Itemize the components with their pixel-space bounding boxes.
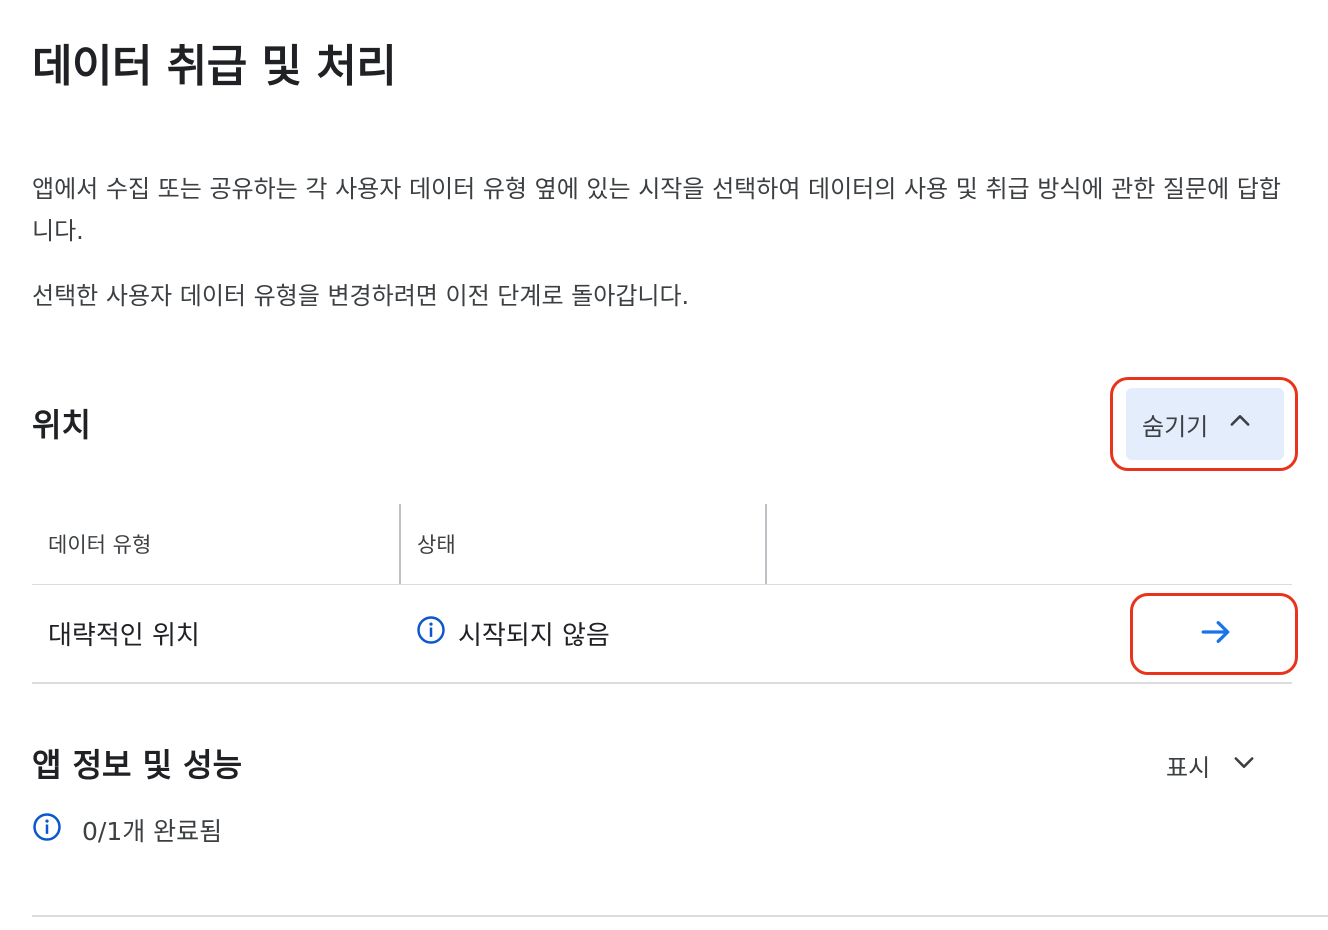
info-icon — [32, 812, 62, 848]
start-arrow-button[interactable] — [1132, 593, 1300, 675]
column-header-data-type: 데이터 유형 — [48, 533, 152, 557]
note-text: 선택한 사용자 데이터 유형을 변경하려면 이전 단계로 돌아갑니다. — [32, 282, 690, 310]
hide-toggle-button[interactable]: 숨기기 — [1126, 388, 1284, 460]
section-title-location: 위치 — [32, 406, 91, 444]
table-row: 대략적인 위치 시작되지 않음 — [32, 585, 1292, 684]
data-safety-page: 데이터 취급 및 처리 앱에서 수집 또는 공유하는 각 사용자 데이터 유형 … — [0, 0, 1328, 930]
table-header: 데이터 유형 상태 — [32, 504, 1292, 585]
progress-status: 0/1개 완료됨 — [32, 812, 222, 848]
progress-text: 0/1개 완료됨 — [82, 817, 223, 846]
chevron-up-icon — [1226, 407, 1254, 441]
section-title-app-info: 앱 정보 및 성능 — [32, 746, 243, 784]
chevron-down-icon — [1230, 748, 1258, 782]
intro-text: 앱에서 수집 또는 공유하는 각 사용자 데이터 유형 옆에 있는 시작을 선택… — [32, 175, 1281, 245]
show-toggle-button[interactable]: 표시 — [1166, 745, 1258, 785]
column-header-status: 상태 — [399, 504, 765, 584]
page-title: 데이터 취급 및 처리 — [32, 41, 397, 92]
column-header-action — [765, 504, 1292, 584]
hide-toggle-label: 숨기기 — [1142, 412, 1209, 441]
show-toggle-label: 표시 — [1166, 753, 1211, 782]
status-text: 시작되지 않음 — [458, 621, 610, 651]
info-icon — [416, 615, 446, 652]
arrow-right-icon — [1198, 614, 1234, 654]
section-divider — [32, 915, 1328, 917]
status-cell: 시작되지 않음 — [416, 585, 610, 682]
data-type-cell: 대략적인 위치 — [48, 621, 200, 651]
